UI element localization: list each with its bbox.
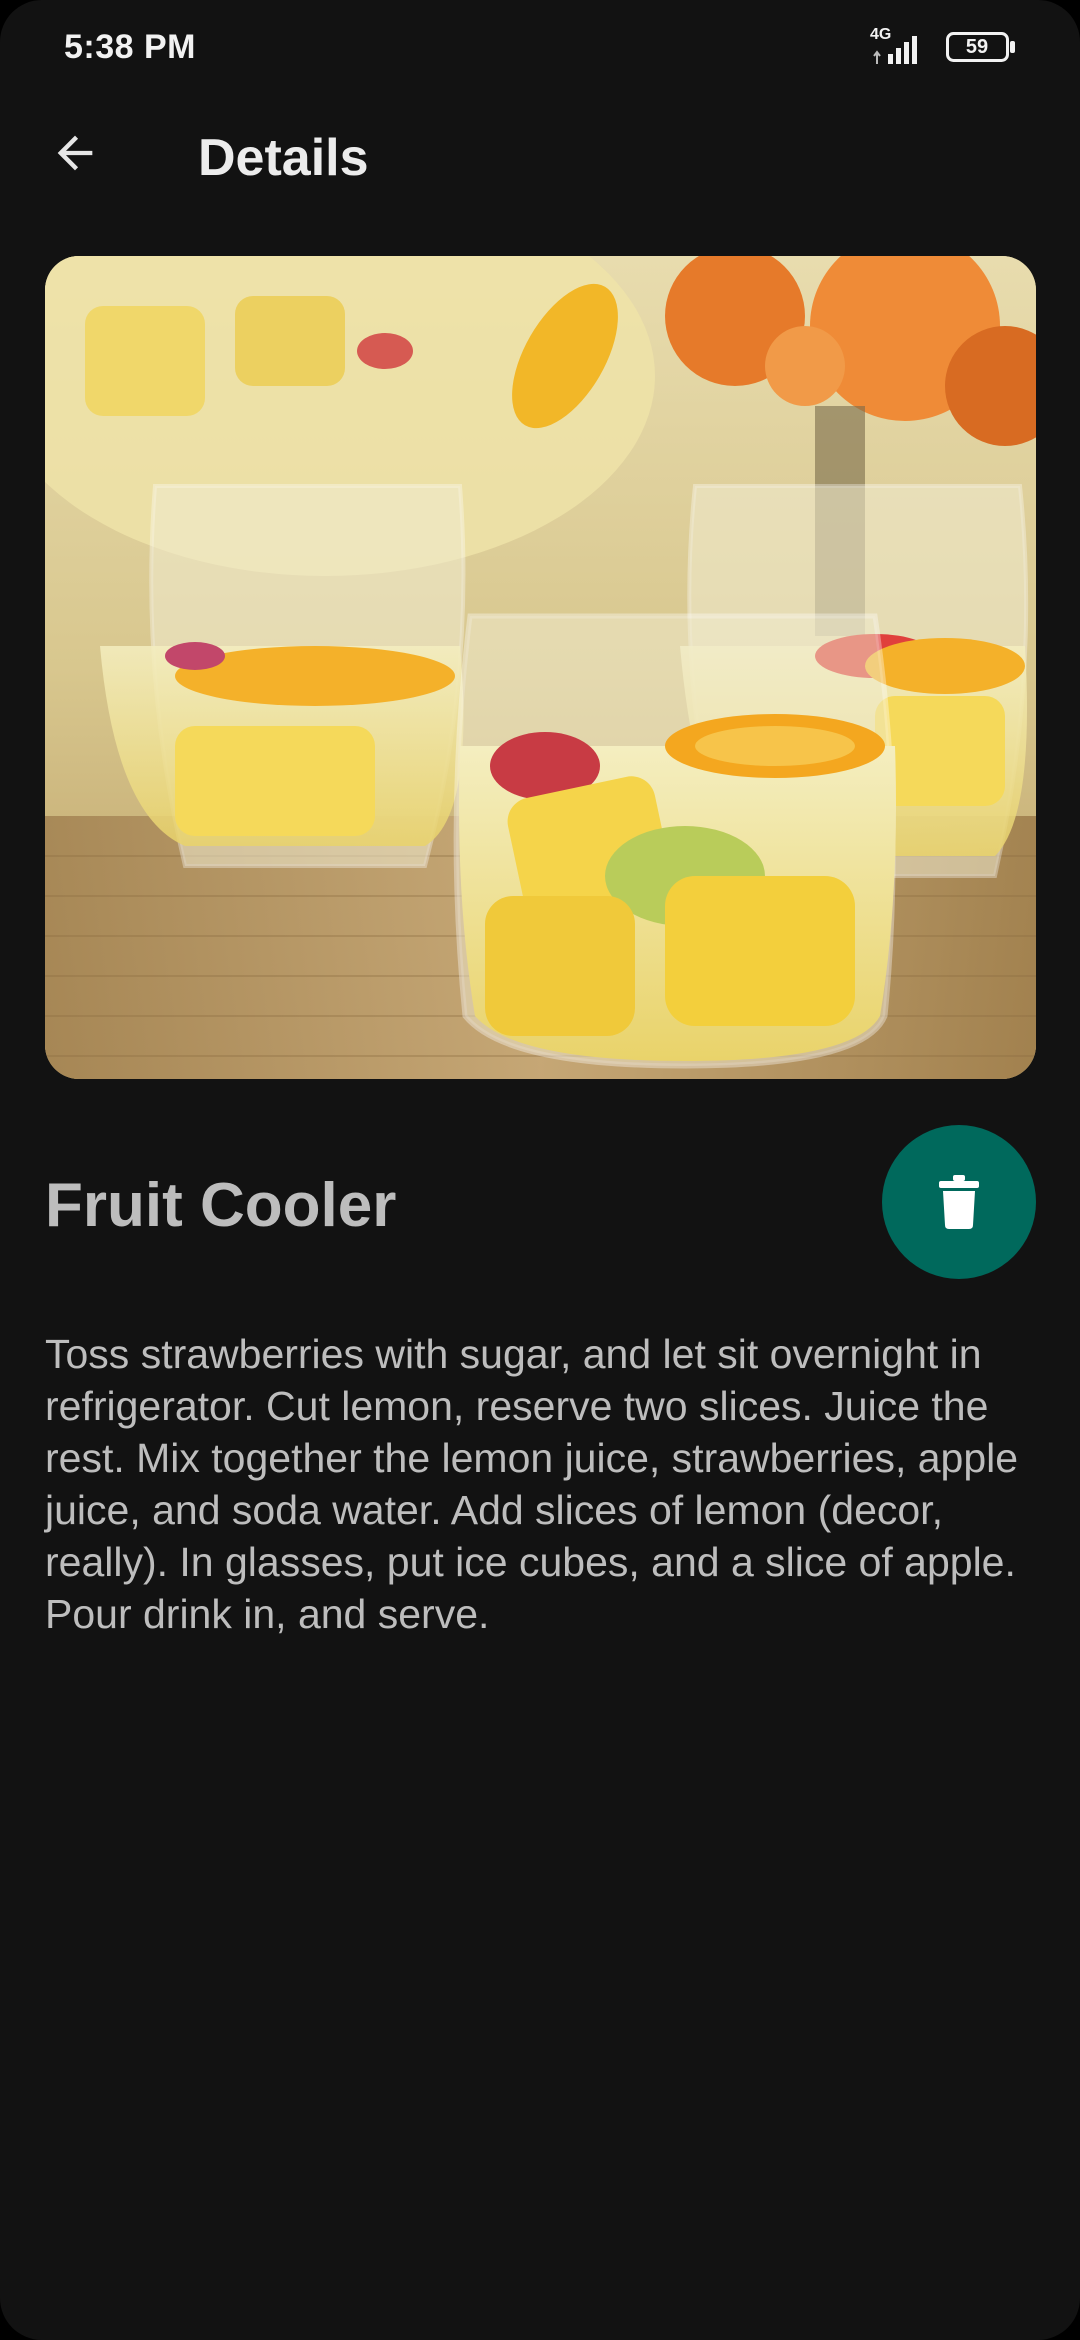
recipe-photo bbox=[45, 256, 1036, 1079]
battery-level: 59 bbox=[965, 36, 989, 58]
trash-icon bbox=[939, 1175, 979, 1229]
back-button[interactable] bbox=[40, 118, 110, 188]
status-icons: 4G 59 bbox=[870, 26, 1020, 68]
arrow-back-icon bbox=[57, 135, 93, 171]
status-time: 5:38 PM bbox=[64, 28, 196, 66]
app-bar: Details bbox=[0, 100, 1080, 220]
delete-button[interactable] bbox=[882, 1125, 1036, 1279]
recipe-image bbox=[45, 256, 1036, 1079]
page-title: Details bbox=[198, 129, 369, 187]
signal-icon bbox=[873, 36, 917, 64]
status-bar: 5:38 PM 4G 59 bbox=[0, 0, 1080, 100]
details-screen: 5:38 PM 4G 59 Details Fruit Cooler Toss … bbox=[0, 0, 1080, 2340]
recipe-title: Fruit Cooler bbox=[45, 1171, 397, 1240]
recipe-description: Toss strawberries with sugar, and let si… bbox=[45, 1331, 1019, 1637]
